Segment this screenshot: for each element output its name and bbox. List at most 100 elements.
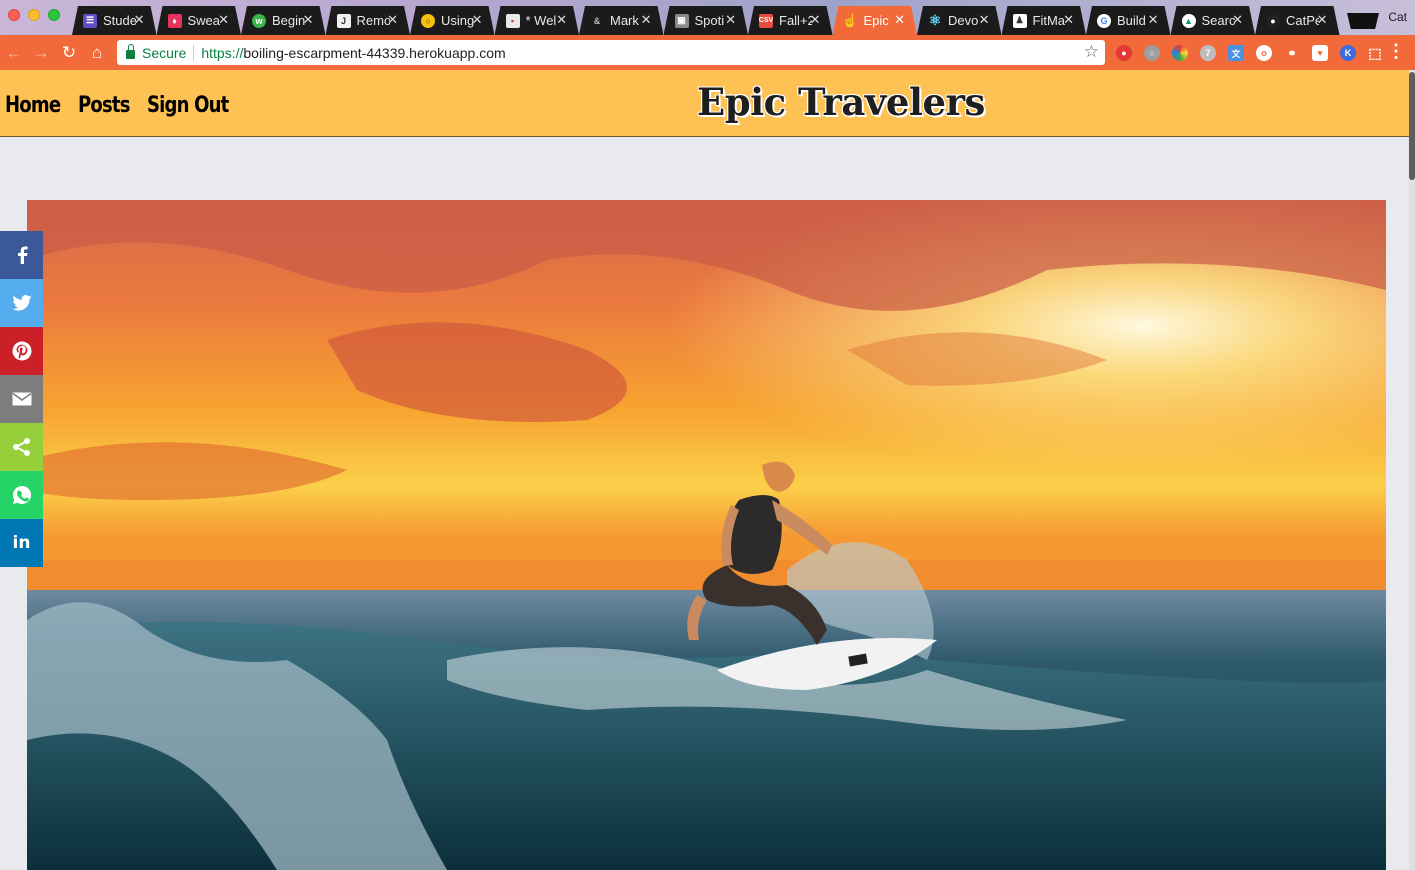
share-sidebar: in [0, 231, 43, 567]
close-tab-icon[interactable]: ✕ [1317, 12, 1328, 28]
linkedin-icon: in [12, 533, 31, 553]
tab-title: Build [1117, 13, 1146, 28]
browser-tab[interactable]: w Begin ✕ [241, 6, 326, 35]
close-tab-icon[interactable]: ✕ [303, 12, 314, 28]
close-tab-icon[interactable]: ✕ [472, 12, 483, 28]
browser-tab[interactable]: ▲ Searc ✕ [1171, 6, 1256, 35]
tab-title: Remo [356, 13, 390, 28]
color-picker-icon[interactable] [1172, 45, 1188, 61]
close-tab-icon[interactable]: ✕ [641, 12, 652, 28]
nav-home-link[interactable]: Home [5, 93, 61, 118]
browser-tab[interactable]: ○ Using ✕ [410, 6, 495, 35]
back-arrow-icon[interactable]: ← [4, 43, 24, 63]
maximize-window-button[interactable] [48, 9, 60, 21]
scrollbar-thumb[interactable] [1409, 72, 1415, 180]
browser-tab[interactable]: ▪ * Wel ✕ [495, 6, 580, 35]
tab-title: Searc [1201, 13, 1235, 28]
twitter-icon [11, 295, 32, 311]
close-tab-icon[interactable]: ✕ [556, 12, 567, 28]
close-tab-icon[interactable]: ✕ [387, 12, 398, 28]
close-tab-icon[interactable]: ✕ [1063, 12, 1074, 28]
list-icon: ☰ [83, 14, 97, 28]
extension-icon[interactable]: o [1256, 45, 1272, 61]
close-tab-icon[interactable]: ✕ [134, 12, 145, 28]
browser-tab[interactable]: & Mark ✕ [579, 6, 664, 35]
close-tab-icon[interactable]: ✕ [894, 12, 905, 28]
search-icon: ○ [421, 14, 435, 28]
extension-icon[interactable]: 7 [1200, 45, 1216, 61]
hand-icon: ☝ [842, 12, 859, 28]
new-tab-button[interactable] [1347, 13, 1379, 29]
extension-icon[interactable]: ○ [1144, 45, 1160, 61]
page-icon: ▪ [506, 14, 520, 28]
secure-label: Secure [142, 44, 187, 61]
close-tab-icon[interactable]: ✕ [979, 12, 990, 28]
minimize-window-button[interactable] [28, 9, 40, 21]
whatsapp-icon [12, 485, 31, 504]
url-scheme: https:// [201, 44, 244, 61]
browser-tab[interactable]: J Remo ✕ [326, 6, 411, 35]
tab-title: Mark [610, 13, 639, 28]
tab-title: Epic [863, 13, 889, 28]
omnibox-divider [193, 44, 195, 61]
site-brand-title[interactable]: Epic Travelers [697, 80, 985, 124]
facebook-share-button[interactable] [0, 231, 43, 279]
twitter-share-button[interactable] [0, 279, 43, 327]
profile-name[interactable]: Cat [1388, 10, 1407, 24]
extension-icon[interactable]: ♥ [1312, 45, 1328, 61]
link-icon[interactable]: ⚭ [1284, 45, 1300, 61]
csv-icon: CSV [759, 14, 773, 28]
extension-k-icon[interactable]: K [1340, 45, 1356, 61]
tab-title: CatPe [1286, 13, 1319, 28]
reload-icon[interactable]: ↻ [59, 43, 79, 63]
tab-title: Devo [948, 13, 979, 28]
close-tab-icon[interactable]: ✕ [725, 12, 736, 28]
close-window-button[interactable] [8, 9, 20, 21]
share-icon [12, 438, 30, 456]
browser-tab[interactable]: ♦ Swea ✕ [157, 6, 242, 35]
hero-image [27, 200, 1386, 870]
figure-icon: ♟ [1013, 14, 1027, 28]
bookmark-star-icon[interactable]: ☆ [1084, 42, 1099, 62]
close-tab-icon[interactable]: ✕ [810, 12, 821, 28]
screenshot-icon[interactable]: ⬚ [1367, 45, 1383, 61]
whatsapp-share-button[interactable] [0, 471, 43, 519]
nav-posts-link[interactable]: Posts [78, 93, 130, 118]
close-tab-icon[interactable]: ✕ [218, 12, 229, 28]
tab-title: Using [441, 13, 474, 28]
wc-icon: w [252, 14, 266, 28]
close-tab-icon[interactable]: ✕ [1148, 12, 1159, 28]
translate-icon[interactable]: 文 [1228, 45, 1244, 61]
lock-icon [126, 44, 135, 59]
facebook-icon [17, 246, 28, 264]
doc-icon: J [337, 14, 351, 28]
forward-arrow-icon[interactable]: → [31, 43, 51, 63]
close-tab-icon[interactable]: ✕ [1232, 12, 1243, 28]
pinterest-share-button[interactable] [0, 327, 43, 375]
browser-tab[interactable]: G Build ✕ [1086, 6, 1171, 35]
browser-tab-active[interactable]: ☝ Epic ✕ [833, 6, 918, 35]
browser-tab[interactable]: ▣ Spoti ✕ [664, 6, 749, 35]
browser-tab[interactable]: ● CatPe ✕ [1255, 6, 1340, 35]
email-share-button[interactable] [0, 375, 43, 423]
box-icon: ▣ [675, 14, 689, 28]
google-icon: G [1097, 14, 1111, 28]
surf-scene-illustration [27, 200, 1386, 870]
menu-icon[interactable]: ⋮ [1387, 41, 1405, 62]
url-host: boiling-escarpment-44339.herokuapp.com [243, 44, 506, 61]
browser-tab[interactable]: CSV Fall+2 ✕ [748, 6, 833, 35]
generic-share-button[interactable] [0, 423, 43, 471]
tab-title: * Wel [525, 13, 557, 28]
browser-tab[interactable]: ⚛ Devo ✕ [917, 6, 1002, 35]
browser-tab[interactable]: ☰ Stude ✕ [72, 6, 157, 35]
browser-tab[interactable]: ♟ FitMa ✕ [1002, 6, 1087, 35]
address-bar[interactable]: Secure https:// boiling-escarpment-44339… [117, 40, 1105, 65]
home-icon[interactable]: ⌂ [87, 43, 107, 63]
tab-list: ☰ Stude ✕ ♦ Swea ✕ w Begin ✕ J Remo ✕ ○ Using ✕ ▪ *… [72, 6, 1340, 35]
nav-sign-out-link[interactable]: Sign Out [147, 93, 229, 118]
tab-title: Stude [103, 13, 136, 28]
tab-title: Swea [187, 13, 221, 28]
linkedin-share-button[interactable]: in [0, 519, 43, 567]
extension-icon[interactable]: ● [1116, 45, 1132, 61]
page-scrollbar[interactable] [1409, 70, 1415, 870]
